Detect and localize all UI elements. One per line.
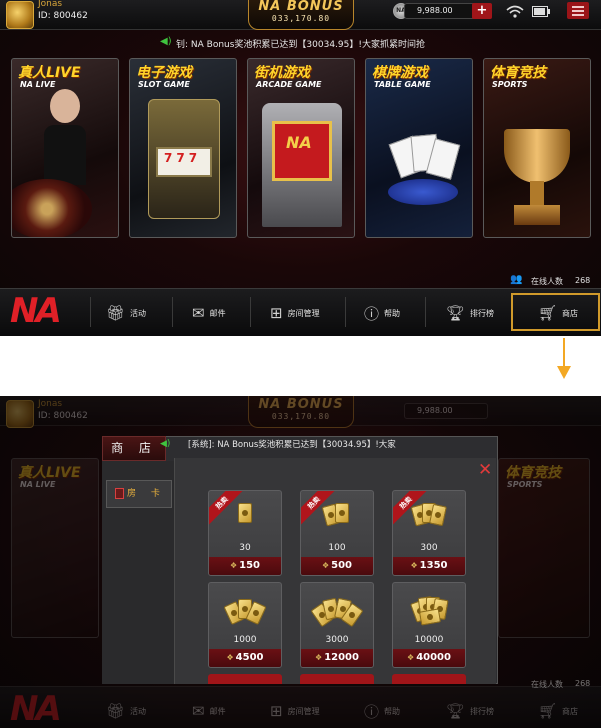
game-card-live: 真人LIVE NA LIVE <box>11 458 99 638</box>
arrow-down-icon <box>557 366 571 379</box>
nav-leaderboard[interactable]: 🏆︎ 排行榜 <box>446 293 494 333</box>
user-avatar <box>6 400 34 428</box>
money-icon: ❖ <box>315 653 323 662</box>
nav-activity[interactable]: 🎁︎ 活动 <box>106 293 146 333</box>
nav-help[interactable]: ⓘ 帮助 <box>364 293 400 333</box>
user-name: Jonas <box>38 399 63 409</box>
game-card-sports: 体育竞技 SPORTS <box>498 458 590 638</box>
item-price: ❖ 500 <box>301 557 373 575</box>
shop-item[interactable]: 3000 ❖ 12000 <box>300 582 374 668</box>
battery-icon <box>532 6 550 17</box>
grid-icon: ⊞ <box>270 304 283 322</box>
game-card-arcade[interactable]: NA 街机游戏 ARCADE GAME <box>247 58 355 238</box>
transition-arrow <box>563 338 565 368</box>
item-price: ❖ 4500 <box>209 649 281 667</box>
close-icon[interactable]: ✕ <box>478 460 492 480</box>
online-label: 在线人数 <box>531 680 563 689</box>
nav-mail[interactable]: ✉ 邮件 <box>192 293 226 333</box>
user-name: Jonas <box>38 0 63 9</box>
shop-screen: Jonas ID: 800462 NA BONUS 033,170.80 9,9… <box>0 396 601 728</box>
speaker-icon: ◀) <box>160 439 171 449</box>
balance-display: 9,988.00 <box>404 403 488 419</box>
na-brand-logo: NA <box>10 291 62 331</box>
shop-item[interactable]: 热卖 30 ❖ 150 <box>208 490 282 576</box>
mail-icon: ✉ <box>192 304 205 322</box>
speaker-icon: ◀) <box>160 36 172 47</box>
shop-item[interactable]: 热卖 100 ❖ 500 <box>300 490 374 576</box>
bottom-nav: NA 🎁︎ 活动 ✉ 邮件 ⊞ 房间管理 ⓘ 帮助 🏆︎ 排行榜 🛒︎ 商店 <box>0 288 601 336</box>
shop-item[interactable]: 1000 ❖ 4500 <box>208 582 282 668</box>
game-subtitle: TABLE GAME <box>374 80 431 89</box>
item-price: ❖ 40000 <box>393 649 465 667</box>
add-balance-button[interactable]: + <box>472 3 492 19</box>
bottom-nav: NA 🎁︎ 活动 ✉ 邮件 ⊞ 房间管理 ⓘ 帮助 🏆︎ 排行榜 🛒︎ 商店 <box>0 686 601 728</box>
online-count: 268 <box>575 679 591 688</box>
money-icon: ❖ <box>321 561 330 570</box>
item-amount: 100 <box>328 543 346 553</box>
lobby-screen: Jonas ID: 800462 NA BONUS 033,170.80 NA … <box>0 0 601 336</box>
announcement-marquee: [系统]: NA Bonus奖池积累已达到【30034.95】!大家 <box>188 440 396 450</box>
shop-item-partial <box>300 674 374 684</box>
user-id: ID: 800462 <box>38 11 88 21</box>
trophy-icon: 🏆︎ <box>446 304 466 322</box>
logo-title: NA BONUS <box>258 0 344 14</box>
game-subtitle: SPORTS <box>492 80 528 89</box>
game-subtitle: NA LIVE <box>20 80 56 89</box>
item-amount: 30 <box>239 543 251 553</box>
game-title: 真人LIVE <box>18 65 81 81</box>
poker-chips <box>388 179 458 205</box>
announcement-marquee: 钊: NA Bonus奖池积累已达到【30034.95】!大家抓紧时间抢 <box>176 40 425 50</box>
item-amount: 10000 <box>414 635 444 645</box>
help-icon: ⓘ <box>364 304 380 323</box>
roulette-wheel <box>12 179 92 237</box>
wifi-icon <box>506 5 524 18</box>
menu-icon[interactable] <box>567 2 589 19</box>
item-price: ❖ 1350 <box>393 557 465 575</box>
nav-room-management[interactable]: ⊞ 房间管理 <box>270 293 320 333</box>
game-card-sports[interactable]: 体育竞技 SPORTS <box>483 58 591 238</box>
na-bonus-logo: NA BONUS 033,170.80 <box>248 396 354 428</box>
money-icon: ❖ <box>226 653 234 662</box>
money-icon: ❖ <box>410 561 418 570</box>
item-amount: 3000 <box>325 635 349 645</box>
game-title: 电子游戏 <box>136 65 192 81</box>
user-avatar[interactable] <box>6 1 34 29</box>
game-card-table[interactable]: 棋牌游戏 TABLE GAME <box>365 58 473 238</box>
game-title: 体育竞技 <box>490 65 546 81</box>
item-amount: 300 <box>420 543 438 553</box>
room-card-icon <box>115 488 124 499</box>
game-card-slot[interactable]: 777 电子游戏 SLOT GAME <box>129 58 237 238</box>
money-icon: ❖ <box>229 561 238 570</box>
item-amount: 1000 <box>233 635 257 645</box>
gift-icon: 🎁︎ <box>106 304 126 322</box>
user-id: ID: 800462 <box>38 411 88 421</box>
shop-item-partial <box>392 674 466 684</box>
dealer-figure <box>50 89 80 123</box>
game-subtitle: ARCADE GAME <box>256 80 322 89</box>
online-users-icon: 👥 <box>510 274 523 285</box>
category-room-card[interactable]: 房 卡 <box>106 480 172 508</box>
game-title: 棋牌游戏 <box>372 65 428 81</box>
na-bonus-logo: NA BONUS 033,170.80 <box>248 0 354 30</box>
trophy-cup <box>504 129 570 183</box>
bonus-pool-value: 033,170.80 <box>271 14 331 23</box>
game-card-live[interactable]: 真人LIVE NA LIVE <box>11 58 119 238</box>
cart-icon: 🛒︎ <box>538 304 558 322</box>
online-label: 在线人数 <box>531 277 563 286</box>
shop-item[interactable]: 热卖 300 ❖ 1350 <box>392 490 466 576</box>
item-price: ❖ 150 <box>209 557 281 575</box>
game-subtitle: SLOT GAME <box>138 80 190 89</box>
item-price: ❖ 12000 <box>301 649 373 667</box>
shop-item-partial <box>208 674 282 684</box>
shop-item[interactable]: 10000 ❖ 40000 <box>392 582 466 668</box>
nav-shop[interactable]: 🛒︎ 商店 <box>538 293 578 333</box>
online-count: 268 <box>575 276 591 285</box>
money-icon: ❖ <box>407 653 415 662</box>
shop-title: 商 店 <box>102 436 166 461</box>
game-title: 街机游戏 <box>254 65 310 81</box>
